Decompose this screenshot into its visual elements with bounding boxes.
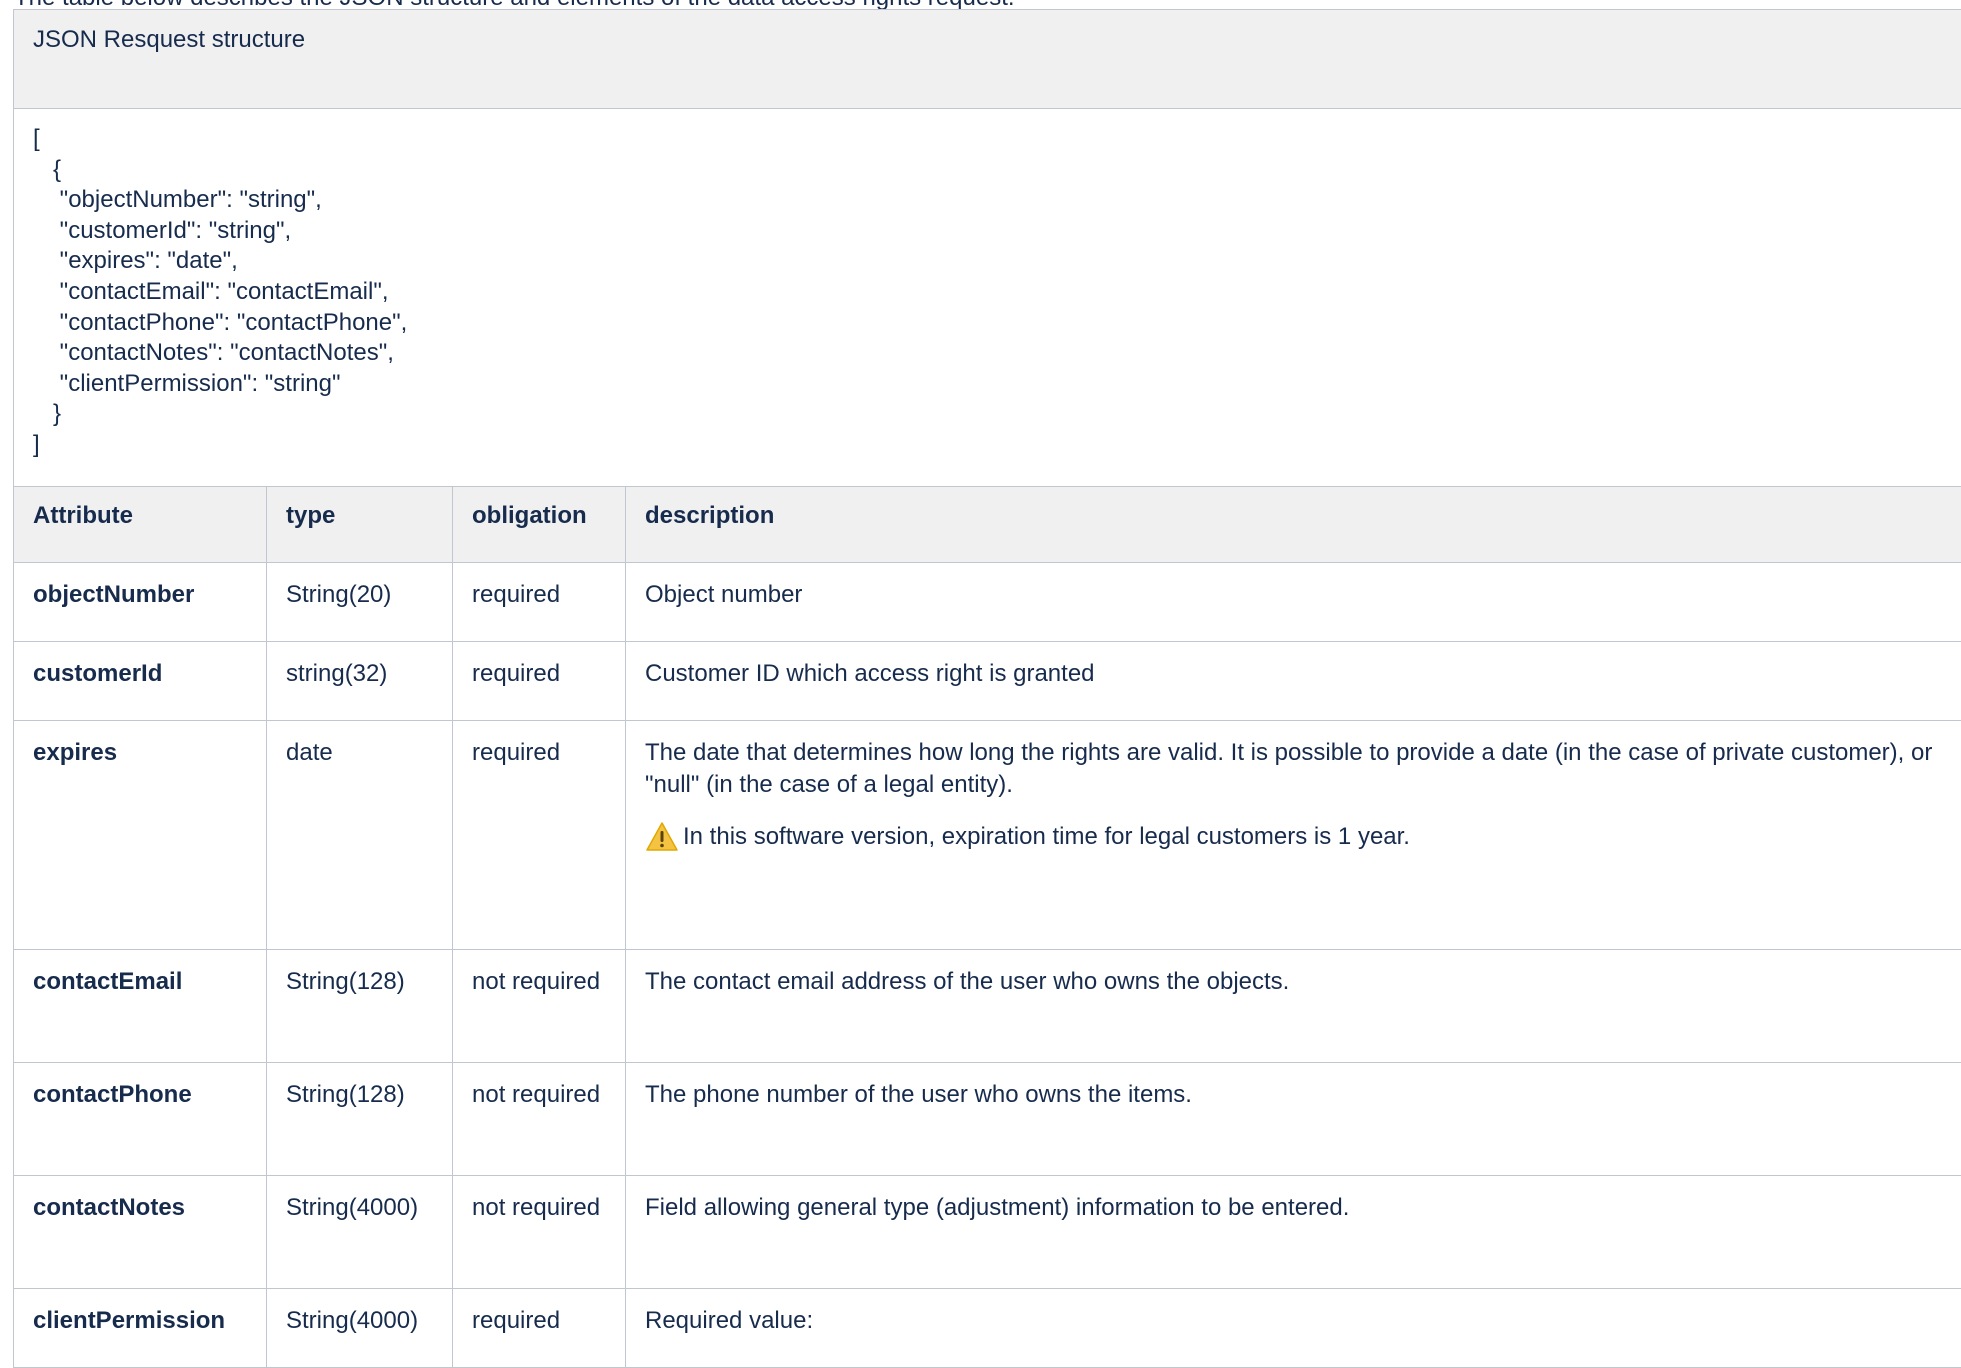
header-row: Attribute type obligation description — [14, 487, 1961, 563]
obligation-cell: not required — [453, 950, 626, 1063]
table-row: contactEmail String(128) not required Th… — [14, 950, 1961, 1063]
obligation-cell: required — [453, 1289, 626, 1368]
warning-note: In this software version, expiration tim… — [645, 821, 1961, 853]
table-caption: JSON Resquest structure — [14, 10, 1961, 109]
header-obligation: obligation — [453, 487, 626, 563]
warning-icon — [645, 821, 679, 853]
code-line: { — [33, 155, 1961, 186]
obligation-cell: not required — [453, 1176, 626, 1289]
warning-note-text: In this software version, expiration tim… — [683, 821, 1410, 853]
description-cell: The contact email address of the user wh… — [626, 950, 1961, 1063]
code-line: "objectNumber": "string", — [33, 185, 1961, 216]
type-cell: string(32) — [267, 642, 453, 721]
code-line: "customerId": "string", — [33, 216, 1961, 247]
code-line: "contactEmail": "contactEmail", — [33, 277, 1961, 308]
caption-row: JSON Resquest structure — [14, 10, 1961, 109]
attribute-cell: objectNumber — [14, 563, 267, 642]
table-row: expires date required The date that dete… — [14, 721, 1961, 950]
description-cell: Required value: — [626, 1289, 1961, 1368]
code-line: [ — [33, 124, 1961, 155]
header-description: description — [626, 487, 1961, 563]
obligation-cell: required — [453, 721, 626, 950]
description-cell: Customer ID which access right is grante… — [626, 642, 1961, 721]
code-line: } — [33, 399, 1961, 430]
type-cell: String(128) — [267, 950, 453, 1063]
type-cell: String(20) — [267, 563, 453, 642]
header-type: type — [267, 487, 453, 563]
description-cell: Field allowing general type (adjustment)… — [626, 1176, 1961, 1289]
attribute-cell: contactEmail — [14, 950, 267, 1063]
description-text: The date that determines how long the ri… — [645, 737, 1961, 801]
type-cell: date — [267, 721, 453, 950]
description-cell: The phone number of the user who owns th… — [626, 1063, 1961, 1176]
type-cell: String(4000) — [267, 1289, 453, 1368]
type-cell: String(128) — [267, 1063, 453, 1176]
attribute-cell: expires — [14, 721, 267, 950]
json-structure-table: JSON Resquest structure [ { "objectNumbe… — [13, 9, 1961, 1368]
type-cell: String(4000) — [267, 1176, 453, 1289]
code-row: [ { "objectNumber": "string", "customerI… — [14, 109, 1961, 487]
table-row: contactPhone String(128) not required Th… — [14, 1063, 1961, 1176]
obligation-cell: required — [453, 563, 626, 642]
code-line: ] — [33, 430, 1961, 461]
code-line: "expires": "date", — [33, 246, 1961, 277]
json-code-block: [ { "objectNumber": "string", "customerI… — [14, 109, 1961, 487]
obligation-cell: not required — [453, 1063, 626, 1176]
table-row: objectNumber String(20) required Object … — [14, 563, 1961, 642]
attribute-cell: clientPermission — [14, 1289, 267, 1368]
table-row: customerId string(32) required Customer … — [14, 642, 1961, 721]
header-attribute: Attribute — [14, 487, 267, 563]
description-cell: Object number — [626, 563, 1961, 642]
attribute-cell: contactNotes — [14, 1176, 267, 1289]
table-row: contactNotes String(4000) not required F… — [14, 1176, 1961, 1289]
code-line: "contactNotes": "contactNotes", — [33, 338, 1961, 369]
attribute-cell: customerId — [14, 642, 267, 721]
table-row: clientPermission String(4000) required R… — [14, 1289, 1961, 1368]
code-line: "clientPermission": "string" — [33, 369, 1961, 400]
code-line: "contactPhone": "contactPhone", — [33, 308, 1961, 339]
attribute-cell: contactPhone — [14, 1063, 267, 1176]
obligation-cell: required — [453, 642, 626, 721]
description-cell: The date that determines how long the ri… — [626, 721, 1961, 950]
